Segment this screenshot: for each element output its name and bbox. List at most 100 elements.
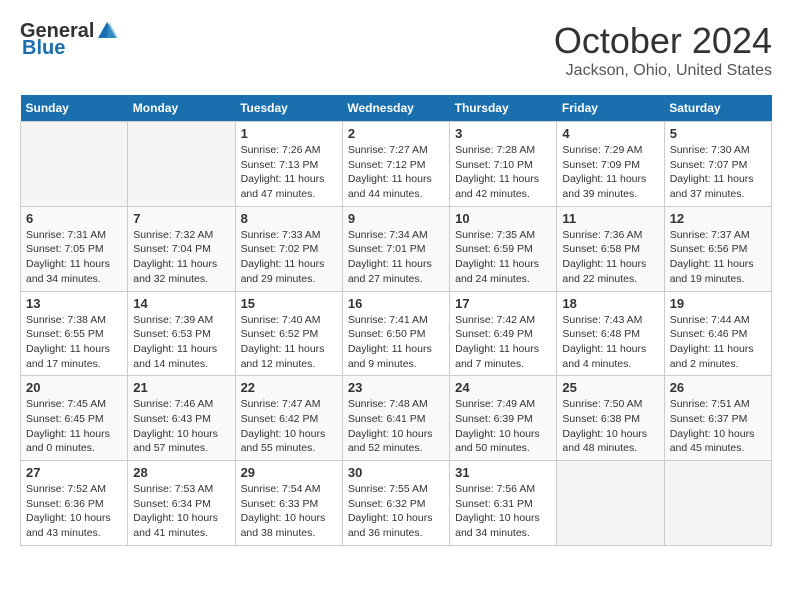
day-number: 7 <box>133 211 229 226</box>
weekday-header-tuesday: Tuesday <box>235 95 342 122</box>
weekday-header-thursday: Thursday <box>450 95 557 122</box>
day-number: 31 <box>455 465 551 480</box>
day-info: Sunrise: 7:27 AM Sunset: 7:12 PM Dayligh… <box>348 143 444 202</box>
day-info: Sunrise: 7:43 AM Sunset: 6:48 PM Dayligh… <box>562 313 658 372</box>
day-info: Sunrise: 7:47 AM Sunset: 6:42 PM Dayligh… <box>241 397 337 456</box>
day-info: Sunrise: 7:44 AM Sunset: 6:46 PM Dayligh… <box>670 313 766 372</box>
day-info: Sunrise: 7:26 AM Sunset: 7:13 PM Dayligh… <box>241 143 337 202</box>
weekday-header-friday: Friday <box>557 95 664 122</box>
logo-blue: Blue <box>22 38 118 58</box>
day-info: Sunrise: 7:35 AM Sunset: 6:59 PM Dayligh… <box>455 228 551 287</box>
weekday-header-monday: Monday <box>128 95 235 122</box>
day-number: 11 <box>562 211 658 226</box>
day-number: 21 <box>133 380 229 395</box>
day-number: 10 <box>455 211 551 226</box>
day-info: Sunrise: 7:37 AM Sunset: 6:56 PM Dayligh… <box>670 228 766 287</box>
calendar-cell: 16 Sunrise: 7:41 AM Sunset: 6:50 PM Dayli… <box>342 291 449 376</box>
day-number: 30 <box>348 465 444 480</box>
day-info: Sunrise: 7:55 AM Sunset: 6:32 PM Dayligh… <box>348 482 444 541</box>
calendar-cell: 12 Sunrise: 7:37 AM Sunset: 6:56 PM Dayli… <box>664 206 771 291</box>
day-number: 26 <box>670 380 766 395</box>
day-info: Sunrise: 7:31 AM Sunset: 7:05 PM Dayligh… <box>26 228 122 287</box>
calendar-cell: 24Sunrise: 7:49 AM Sunset: 6:39 PM Dayli… <box>450 376 557 461</box>
day-number: 15 <box>241 296 337 311</box>
calendar-cell: 25 Sunrise: 7:50 AM Sunset: 6:38 PM Dayli… <box>557 376 664 461</box>
day-info: Sunrise: 7:51 AM Sunset: 6:37 PM Dayligh… <box>670 397 766 456</box>
title-block: October 2024 Jackson, Ohio, United State… <box>554 20 772 80</box>
day-number: 28 <box>133 465 229 480</box>
day-number: 4 <box>562 126 658 141</box>
calendar-cell: 27 Sunrise: 7:52 AM Sunset: 6:36 PM Dayli… <box>21 461 128 546</box>
calendar-cell <box>21 122 128 207</box>
calendar-cell: 15 Sunrise: 7:40 AM Sunset: 6:52 PM Dayli… <box>235 291 342 376</box>
day-number: 18 <box>562 296 658 311</box>
day-info: Sunrise: 7:28 AM Sunset: 7:10 PM Dayligh… <box>455 143 551 202</box>
calendar-cell: 11Sunrise: 7:36 AM Sunset: 6:58 PM Dayli… <box>557 206 664 291</box>
calendar-cell: 14Sunrise: 7:39 AM Sunset: 6:53 PM Dayli… <box>128 291 235 376</box>
calendar-cell: 23 Sunrise: 7:48 AM Sunset: 6:41 PM Dayli… <box>342 376 449 461</box>
calendar-cell: 1 Sunrise: 7:26 AM Sunset: 7:13 PM Daylig… <box>235 122 342 207</box>
calendar-cell: 8Sunrise: 7:33 AM Sunset: 7:02 PM Daylig… <box>235 206 342 291</box>
calendar-cell: 22 Sunrise: 7:47 AM Sunset: 6:42 PM Dayli… <box>235 376 342 461</box>
day-info: Sunrise: 7:32 AM Sunset: 7:04 PM Dayligh… <box>133 228 229 287</box>
calendar-cell: 17Sunrise: 7:42 AM Sunset: 6:49 PM Dayli… <box>450 291 557 376</box>
calendar-cell: 19Sunrise: 7:44 AM Sunset: 6:46 PM Dayli… <box>664 291 771 376</box>
calendar-cell: 9 Sunrise: 7:34 AM Sunset: 7:01 PM Daylig… <box>342 206 449 291</box>
calendar-week-2: 6 Sunrise: 7:31 AM Sunset: 7:05 PM Daylig… <box>21 206 772 291</box>
day-info: Sunrise: 7:33 AM Sunset: 7:02 PM Dayligh… <box>241 228 337 287</box>
day-info: Sunrise: 7:54 AM Sunset: 6:33 PM Dayligh… <box>241 482 337 541</box>
day-info: Sunrise: 7:53 AM Sunset: 6:34 PM Dayligh… <box>133 482 229 541</box>
calendar-week-3: 13Sunrise: 7:38 AM Sunset: 6:55 PM Dayli… <box>21 291 772 376</box>
calendar-cell <box>664 461 771 546</box>
calendar-cell <box>128 122 235 207</box>
weekday-header-saturday: Saturday <box>664 95 771 122</box>
calendar-cell: 31 Sunrise: 7:56 AM Sunset: 6:31 PM Dayli… <box>450 461 557 546</box>
day-info: Sunrise: 7:30 AM Sunset: 7:07 PM Dayligh… <box>670 143 766 202</box>
day-number: 3 <box>455 126 551 141</box>
day-info: Sunrise: 7:50 AM Sunset: 6:38 PM Dayligh… <box>562 397 658 456</box>
day-info: Sunrise: 7:49 AM Sunset: 6:39 PM Dayligh… <box>455 397 551 456</box>
day-info: Sunrise: 7:29 AM Sunset: 7:09 PM Dayligh… <box>562 143 658 202</box>
day-number: 12 <box>670 211 766 226</box>
calendar-cell: 28 Sunrise: 7:53 AM Sunset: 6:34 PM Dayli… <box>128 461 235 546</box>
day-info: Sunrise: 7:52 AM Sunset: 6:36 PM Dayligh… <box>26 482 122 541</box>
page-header: General Blue October 2024 Jackson, Ohio,… <box>20 20 772 80</box>
location: Jackson, Ohio, United States <box>554 62 772 80</box>
calendar-cell: 30 Sunrise: 7:55 AM Sunset: 6:32 PM Dayli… <box>342 461 449 546</box>
day-number: 1 <box>241 126 337 141</box>
day-info: Sunrise: 7:34 AM Sunset: 7:01 PM Dayligh… <box>348 228 444 287</box>
calendar-week-4: 20Sunrise: 7:45 AM Sunset: 6:45 PM Dayli… <box>21 376 772 461</box>
day-number: 22 <box>241 380 337 395</box>
calendar-cell: 29 Sunrise: 7:54 AM Sunset: 6:33 PM Dayli… <box>235 461 342 546</box>
day-info: Sunrise: 7:56 AM Sunset: 6:31 PM Dayligh… <box>455 482 551 541</box>
calendar-week-1: 1 Sunrise: 7:26 AM Sunset: 7:13 PM Daylig… <box>21 122 772 207</box>
day-number: 27 <box>26 465 122 480</box>
day-info: Sunrise: 7:40 AM Sunset: 6:52 PM Dayligh… <box>241 313 337 372</box>
calendar-cell: 20Sunrise: 7:45 AM Sunset: 6:45 PM Dayli… <box>21 376 128 461</box>
calendar-cell: 4 Sunrise: 7:29 AM Sunset: 7:09 PM Daylig… <box>557 122 664 207</box>
calendar-cell: 3 Sunrise: 7:28 AM Sunset: 7:10 PM Daylig… <box>450 122 557 207</box>
calendar-cell: 13Sunrise: 7:38 AM Sunset: 6:55 PM Dayli… <box>21 291 128 376</box>
calendar-cell: 5Sunrise: 7:30 AM Sunset: 7:07 PM Daylig… <box>664 122 771 207</box>
day-number: 16 <box>348 296 444 311</box>
day-number: 25 <box>562 380 658 395</box>
day-info: Sunrise: 7:41 AM Sunset: 6:50 PM Dayligh… <box>348 313 444 372</box>
day-number: 9 <box>348 211 444 226</box>
day-info: Sunrise: 7:48 AM Sunset: 6:41 PM Dayligh… <box>348 397 444 456</box>
calendar-week-5: 27 Sunrise: 7:52 AM Sunset: 6:36 PM Dayli… <box>21 461 772 546</box>
day-info: Sunrise: 7:38 AM Sunset: 6:55 PM Dayligh… <box>26 313 122 372</box>
weekday-header-row: SundayMondayTuesdayWednesdayThursdayFrid… <box>21 95 772 122</box>
calendar-cell: 18 Sunrise: 7:43 AM Sunset: 6:48 PM Dayli… <box>557 291 664 376</box>
day-number: 2 <box>348 126 444 141</box>
day-number: 14 <box>133 296 229 311</box>
day-number: 6 <box>26 211 122 226</box>
day-info: Sunrise: 7:45 AM Sunset: 6:45 PM Dayligh… <box>26 397 122 456</box>
weekday-header-sunday: Sunday <box>21 95 128 122</box>
calendar-cell <box>557 461 664 546</box>
day-number: 23 <box>348 380 444 395</box>
month-title: October 2024 <box>554 20 772 62</box>
calendar-cell: 10 Sunrise: 7:35 AM Sunset: 6:59 PM Dayli… <box>450 206 557 291</box>
day-number: 17 <box>455 296 551 311</box>
day-number: 29 <box>241 465 337 480</box>
weekday-header-wednesday: Wednesday <box>342 95 449 122</box>
